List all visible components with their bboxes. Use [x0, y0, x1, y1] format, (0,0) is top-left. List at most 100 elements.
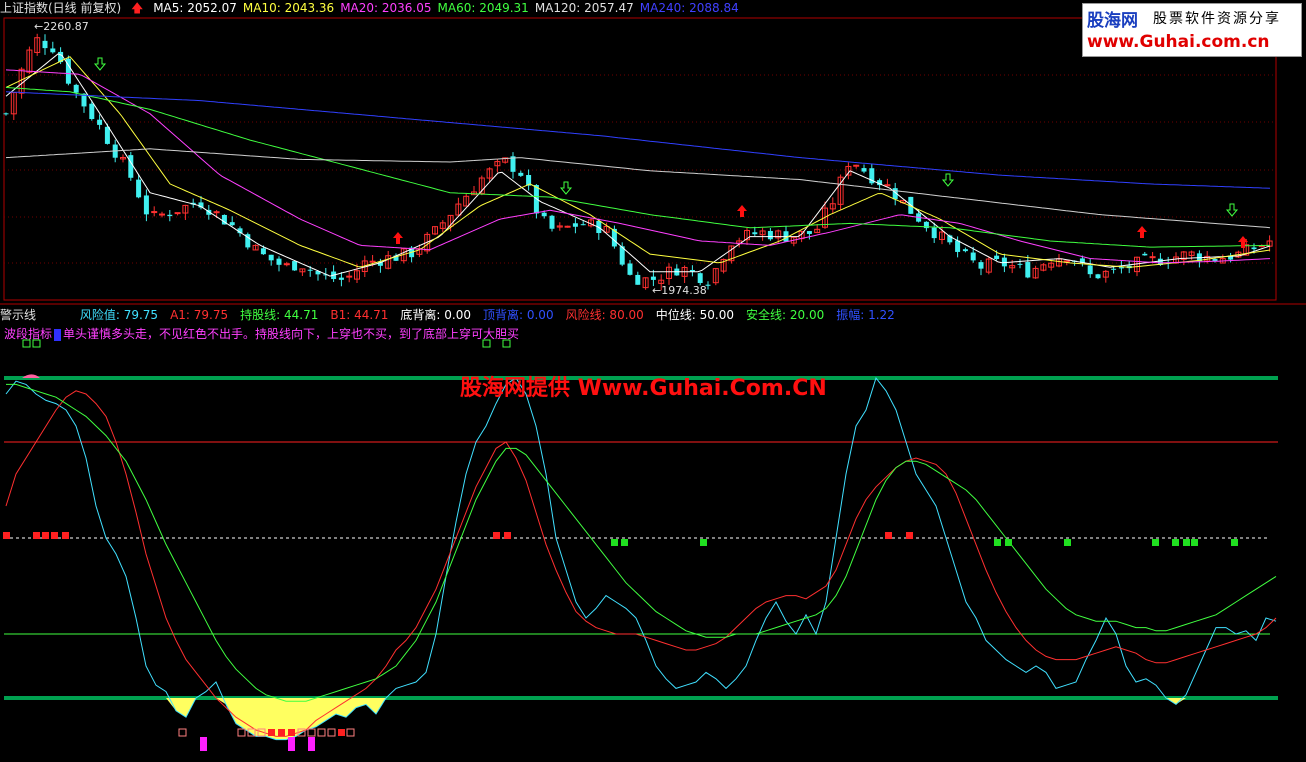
ma-label-2: MA20: 2036.05: [340, 1, 432, 15]
ma-label-5: MA240: 2088.84: [639, 1, 739, 15]
ma-label-3: MA60: 2049.31: [437, 1, 529, 15]
candle-body-142: [1111, 268, 1117, 270]
candle-body-140: [1095, 274, 1101, 279]
candle-body-43: [338, 277, 344, 280]
candle-body-127: [994, 255, 1000, 260]
candle-body-19: [151, 211, 158, 214]
candle-body-12: [97, 119, 103, 125]
candle-body-18: [143, 195, 149, 215]
candle-body-47: [369, 260, 376, 263]
candle-body-21: [167, 214, 173, 217]
green-signal-square-3: [994, 539, 1001, 546]
candle-body-128: [1001, 257, 1007, 267]
bottom-bar-0: [200, 737, 207, 751]
buy-arrow-icon-0: [393, 232, 403, 244]
candle-body-110: [861, 168, 867, 172]
candle-body-89: [697, 273, 703, 283]
green-signal-square-9: [1191, 539, 1198, 546]
indicator-name: 警示线: [0, 308, 37, 322]
bottom-bar-2: [308, 737, 315, 751]
candle-body-125: [978, 262, 984, 269]
bottom-marker-11: [338, 729, 345, 736]
candle-body-17: [136, 179, 142, 198]
color-marker: [54, 328, 62, 341]
sell-arrow-icon-2: [941, 173, 955, 187]
candle-body-119: [931, 227, 937, 239]
green-signal-square-5: [1064, 539, 1071, 546]
candle-body-74: [580, 224, 586, 226]
ma-line-5: [5, 91, 1271, 189]
candle-body-98: [767, 230, 773, 240]
ma-line-4: [5, 148, 1271, 229]
green-signal-square-4: [1005, 539, 1012, 546]
green-signal-square-10: [1231, 539, 1238, 546]
green-signal-square-6: [1152, 539, 1159, 546]
high-price-label: ←2260.87: [34, 20, 89, 33]
candle-body-70: [549, 215, 555, 229]
sell-arrow-icon-1: [559, 181, 573, 195]
bottom-marker-8: [307, 728, 316, 737]
bottom-marker-12: [346, 728, 355, 737]
ma-line-1: [5, 56, 1271, 268]
price-chart-header: 上证指数(日线 前复权) 🡅 MA5: 2052.07 MA10: 2043.36…: [0, 0, 751, 16]
candle-body-103: [806, 231, 812, 234]
bottom-marker-9: [317, 728, 326, 737]
candle-body-22: [174, 212, 181, 215]
green-signal-square-1: [621, 539, 628, 546]
candle-body-36: [283, 263, 290, 266]
description-text: 单头谨慎多头走，不见红色不出手。持股线向下，上穿也不买，到了底部上穿可大胆买: [63, 327, 520, 341]
candle-body-124: [970, 252, 976, 261]
red-signal-square-0: [3, 532, 10, 539]
ma-label-0: MA5: 2052.07: [153, 1, 237, 15]
low-price-label: ←1974.38: [652, 284, 707, 297]
candle-body-13: [104, 126, 110, 144]
candle-body-123: [962, 249, 968, 252]
buy-arrow-icon-3: [1137, 226, 1147, 238]
description-prefix: 波段指标: [4, 327, 53, 341]
indicator-header: 警示线 风险值: 79.75 A1: 79.75 持股线: 44.71 B1: 44.…: [0, 307, 913, 323]
bottom-marker-1: [237, 728, 246, 737]
candle-body-5: [42, 40, 48, 49]
green-signal-square-8: [1183, 539, 1190, 546]
candle-body-39: [307, 269, 313, 271]
candle-body-6: [50, 48, 56, 53]
candle-body-27: [213, 211, 220, 214]
candle-body-139: [1087, 265, 1093, 275]
candle-body-9: [73, 84, 79, 93]
indicator-label-6: 风险线: 80.00: [565, 308, 644, 322]
stock-title: 上证指数(日线 前复权): [0, 1, 122, 15]
candle-body-35: [276, 258, 282, 265]
red-signal-square-3: [51, 532, 58, 539]
candle-body-33: [260, 248, 266, 255]
candle-body-96: [752, 232, 758, 235]
guhai-logo: 股海网 股票软件资源分享 www.Guhai.com.cn: [1082, 3, 1302, 57]
candle-body-66: [518, 172, 524, 176]
green-signal-square-2: [700, 539, 707, 546]
series-line-2: [6, 383, 1277, 702]
candle-body-160: [1251, 247, 1257, 250]
bottom-marker-10: [327, 728, 336, 737]
candle-body-16: [128, 155, 134, 178]
red-signal-square-6: [504, 532, 511, 539]
candle-body-83: [650, 276, 656, 280]
candle-body-122: [955, 240, 961, 252]
candle-body-146: [1142, 253, 1148, 256]
red-signal-square-b0: [885, 532, 892, 539]
candle-body-136: [1063, 260, 1070, 263]
indicator-label-2: 持股线: 44.71: [240, 308, 319, 322]
watermark: 股海网提供 Www.Guhai.Com.CN: [460, 376, 827, 401]
candle-body-37: [292, 261, 298, 271]
ma-label-4: MA120: 2057.47: [534, 1, 634, 15]
indicator-label-0: 风险值: 79.75: [79, 308, 159, 322]
candle-body-109: [853, 164, 860, 167]
bottom-bar-1: [288, 737, 295, 751]
red-signal-square-2: [42, 532, 49, 539]
green-signal-square-0: [611, 539, 618, 546]
candle-body-29: [229, 222, 235, 226]
candle-body-147: [1149, 256, 1156, 259]
sell-arrow-icon-3: [1225, 203, 1239, 217]
red-signal-square-4: [62, 532, 69, 539]
indicator-label-8: 安全线: 20.00: [746, 308, 825, 322]
red-signal-square-1: [33, 532, 40, 539]
candle-body-69: [541, 212, 547, 217]
